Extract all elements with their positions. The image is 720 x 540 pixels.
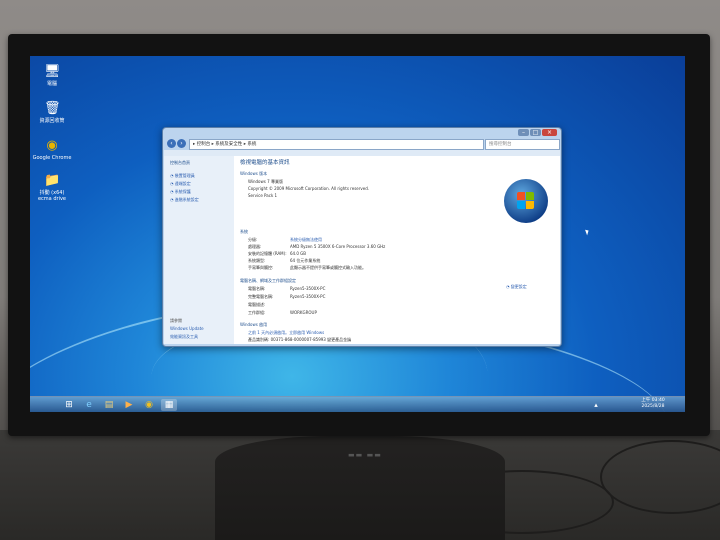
system-row-label: 系統類型: — [248, 258, 266, 263]
sidebar-item-device-manager[interactable]: ◔ 裝置管理員 — [170, 173, 195, 178]
taskbar: ⊞ e ▤ ▶ ◉ ▦ ▴ ◙ ◑ ♪ 上午 03:40 2025/8/28 — [30, 396, 685, 412]
maximize-button[interactable]: □ — [530, 129, 541, 136]
desktop-icon-chrome[interactable]: ◉ Google Chrome — [32, 138, 72, 161]
system-row-label: 分級: — [248, 237, 258, 242]
folder-icon: 📁 — [44, 173, 61, 188]
minimize-button[interactable]: – — [518, 129, 529, 136]
chrome-taskbar-button[interactable]: ◉ — [143, 399, 155, 411]
content-pane: 檢視電腦的基本資訊 Windows 版本 Windows 7 專業版 Copyr… — [234, 156, 560, 344]
sidebar-windows-update-link[interactable]: Windows Update — [170, 326, 204, 331]
desktop-icon-folder[interactable]: 📁 抖動 (x64) ecma drive — [32, 173, 72, 202]
system-rating-link[interactable]: 系統分級無法使用 — [290, 237, 322, 242]
window-titlebar[interactable]: – □ × — [163, 128, 561, 138]
product-id-text: 產品識別碼: 00371-868-0000007-85993 變更產品金鑰 — [248, 337, 352, 342]
tray-icons[interactable]: ▴ ◙ ◑ ♪ — [590, 399, 602, 411]
start-button[interactable]: ⊞ — [63, 399, 75, 411]
change-settings-link[interactable]: ◔ 變更設定 — [506, 284, 527, 289]
windows-flag-icon — [526, 201, 534, 209]
desktop-icon-computer[interactable]: 🖥 電腦 — [32, 64, 72, 87]
computer-icon: 🖥 — [44, 64, 61, 79]
windows-flag-icon — [517, 192, 525, 200]
computer-row-label: 完整電腦名稱: — [248, 294, 274, 299]
desktop-screen: 🖥 電腦 🗑 資源回收筒 ◉ Google Chrome 📁 抖動 (x64) … — [30, 56, 685, 412]
explorer-button[interactable]: ▤ — [103, 399, 115, 411]
sidebar-performance-link[interactable]: 效能資訊及工具 — [170, 334, 198, 339]
ie-button[interactable]: e — [83, 399, 95, 411]
system-clock[interactable]: 上午 03:40 2025/8/28 — [633, 398, 673, 410]
computer-row-label: 電腦名稱: — [248, 286, 266, 291]
edition-heading: Windows 版本 — [240, 171, 268, 176]
system-row-label: 手寫筆與觸控: — [248, 265, 274, 270]
workgroup-value: WORKGROUP — [290, 310, 317, 315]
forward-button[interactable]: › — [177, 139, 186, 148]
close-button[interactable]: × — [542, 129, 557, 136]
processor-value: AMD Ryzen 5 3500X 6-Core Processor 3.60 … — [290, 244, 386, 249]
computer-row-label: 電腦描述: — [248, 302, 266, 307]
address-bar-row: ‹ › ▸ 控制台 ▸ 系統及安全性 ▸ 系統 搜尋控制台 — [167, 139, 560, 150]
edition-name: Windows 7 專業版 — [248, 179, 283, 184]
page-title: 檢視電腦的基本資訊 — [240, 160, 290, 166]
back-button[interactable]: ‹ — [167, 139, 176, 148]
desktop-icon-label: 電腦 — [46, 81, 57, 87]
desktop-icon-label: 抖動 (x64) ecma drive — [37, 190, 66, 202]
copyright-text: Copyright © 2009 Microsoft Corporation. … — [248, 186, 370, 191]
full-computer-name-value: Ryzen5-3500X-PC — [290, 294, 326, 299]
mouse-cursor — [585, 228, 590, 236]
recycle-bin-icon: 🗑 — [44, 101, 61, 116]
sidebar-item-advanced-settings[interactable]: ◔ 進階系統設定 — [170, 197, 199, 202]
computer-name-value: Ryzen5-3500X-PC — [290, 286, 326, 291]
windows-flag-icon — [526, 192, 534, 200]
activation-heading: Windows 啟用 — [240, 322, 268, 327]
pen-touch-value: 此顯示器不提供手寫筆或觸控式輸入功能。 — [290, 265, 366, 270]
sidebar-item-system-protection[interactable]: ◔ 系統保護 — [170, 189, 191, 194]
windows-logo — [504, 179, 548, 223]
windows-flag-icon — [517, 201, 525, 209]
desktop-icon-recycle-bin[interactable]: 🗑 資源回收筒 — [32, 101, 72, 124]
activation-status-link[interactable]: 之前 1 天內必須啟用。立即啟用 Windows — [248, 330, 324, 335]
system-window[interactable]: – □ × ‹ › ▸ 控制台 ▸ 系統及安全性 ▸ 系統 搜尋控制台 控制台首… — [162, 127, 562, 347]
desktop-icon-label: Google Chrome — [32, 155, 72, 161]
service-pack-text: Service Pack 1 — [248, 193, 278, 198]
computer-row-label: 工作群組: — [248, 310, 266, 315]
search-input[interactable]: 搜尋控制台 — [485, 139, 560, 150]
system-row-label: 處理器: — [248, 244, 262, 249]
computer-name-heading: 電腦名稱、網域及工作群組設定 — [240, 278, 296, 283]
sidebar: 控制台首頁 ◔ 裝置管理員 ◔ 遠端設定 ◔ 系統保護 ◔ 進階系統設定 請參閱… — [164, 156, 234, 344]
system-heading: 系統 — [240, 229, 248, 234]
address-bar[interactable]: ▸ 控制台 ▸ 系統及安全性 ▸ 系統 — [189, 139, 484, 150]
sidebar-home-link[interactable]: 控制台首頁 — [170, 160, 190, 165]
see-also-heading: 請參閱 — [170, 318, 182, 323]
control-panel-taskbar-button[interactable]: ▦ — [161, 399, 177, 411]
system-row-label: 安裝的記憶體 (RAM): — [248, 251, 287, 256]
sidebar-item-remote-settings[interactable]: ◔ 遠端設定 — [170, 181, 191, 186]
clock-date: 2025/8/28 — [641, 404, 665, 409]
ram-value: 64.0 GB — [290, 251, 307, 256]
chrome-icon: ◉ — [46, 138, 58, 153]
desktop-icon-label: 資源回收筒 — [39, 118, 65, 124]
system-type-value: 64 位元作業系統 — [290, 258, 321, 263]
media-button[interactable]: ▶ — [123, 399, 135, 411]
monitor-logo: ▬▬ ▬▬ — [348, 451, 382, 459]
